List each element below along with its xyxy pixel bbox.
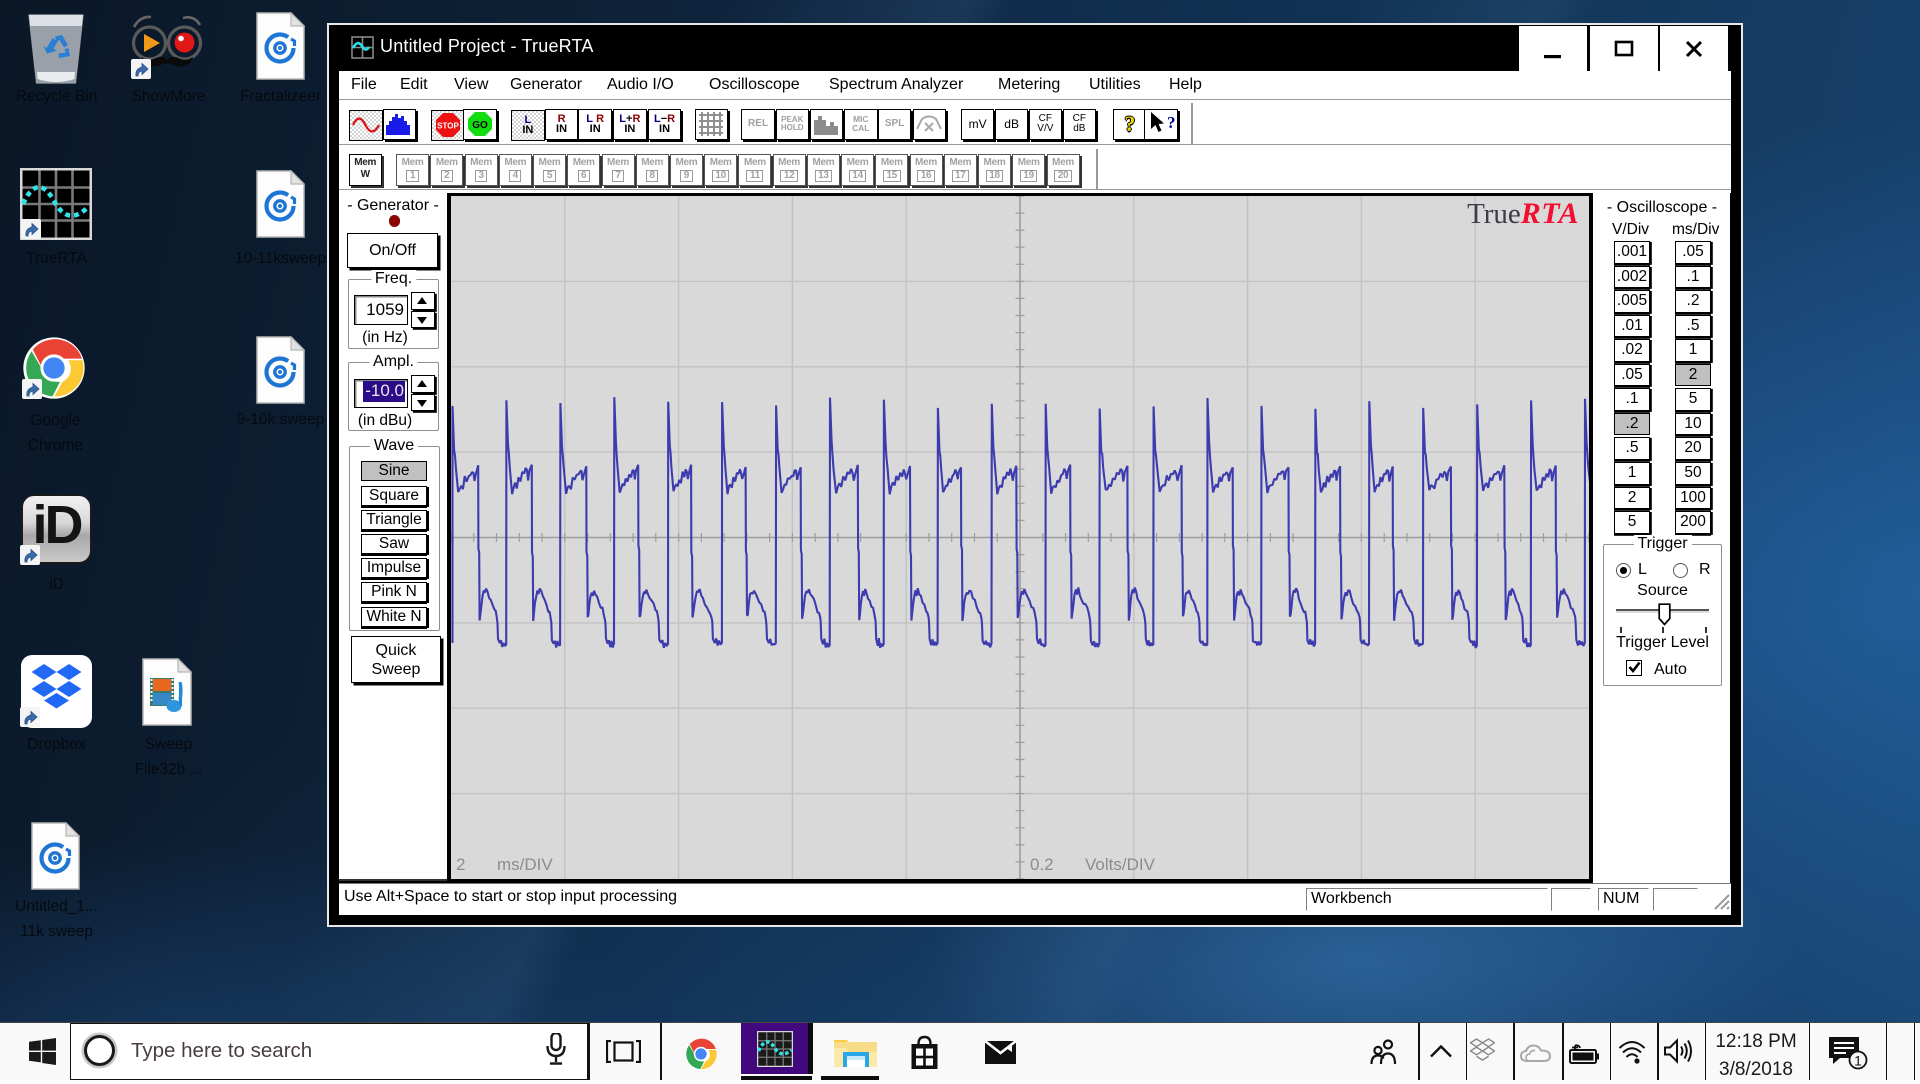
- svg-text:1: 1: [1854, 1053, 1862, 1069]
- svg-text:STOP: STOP: [437, 122, 459, 131]
- svg-text:?: ?: [1167, 113, 1175, 132]
- svg-text:GO: GO: [472, 120, 488, 131]
